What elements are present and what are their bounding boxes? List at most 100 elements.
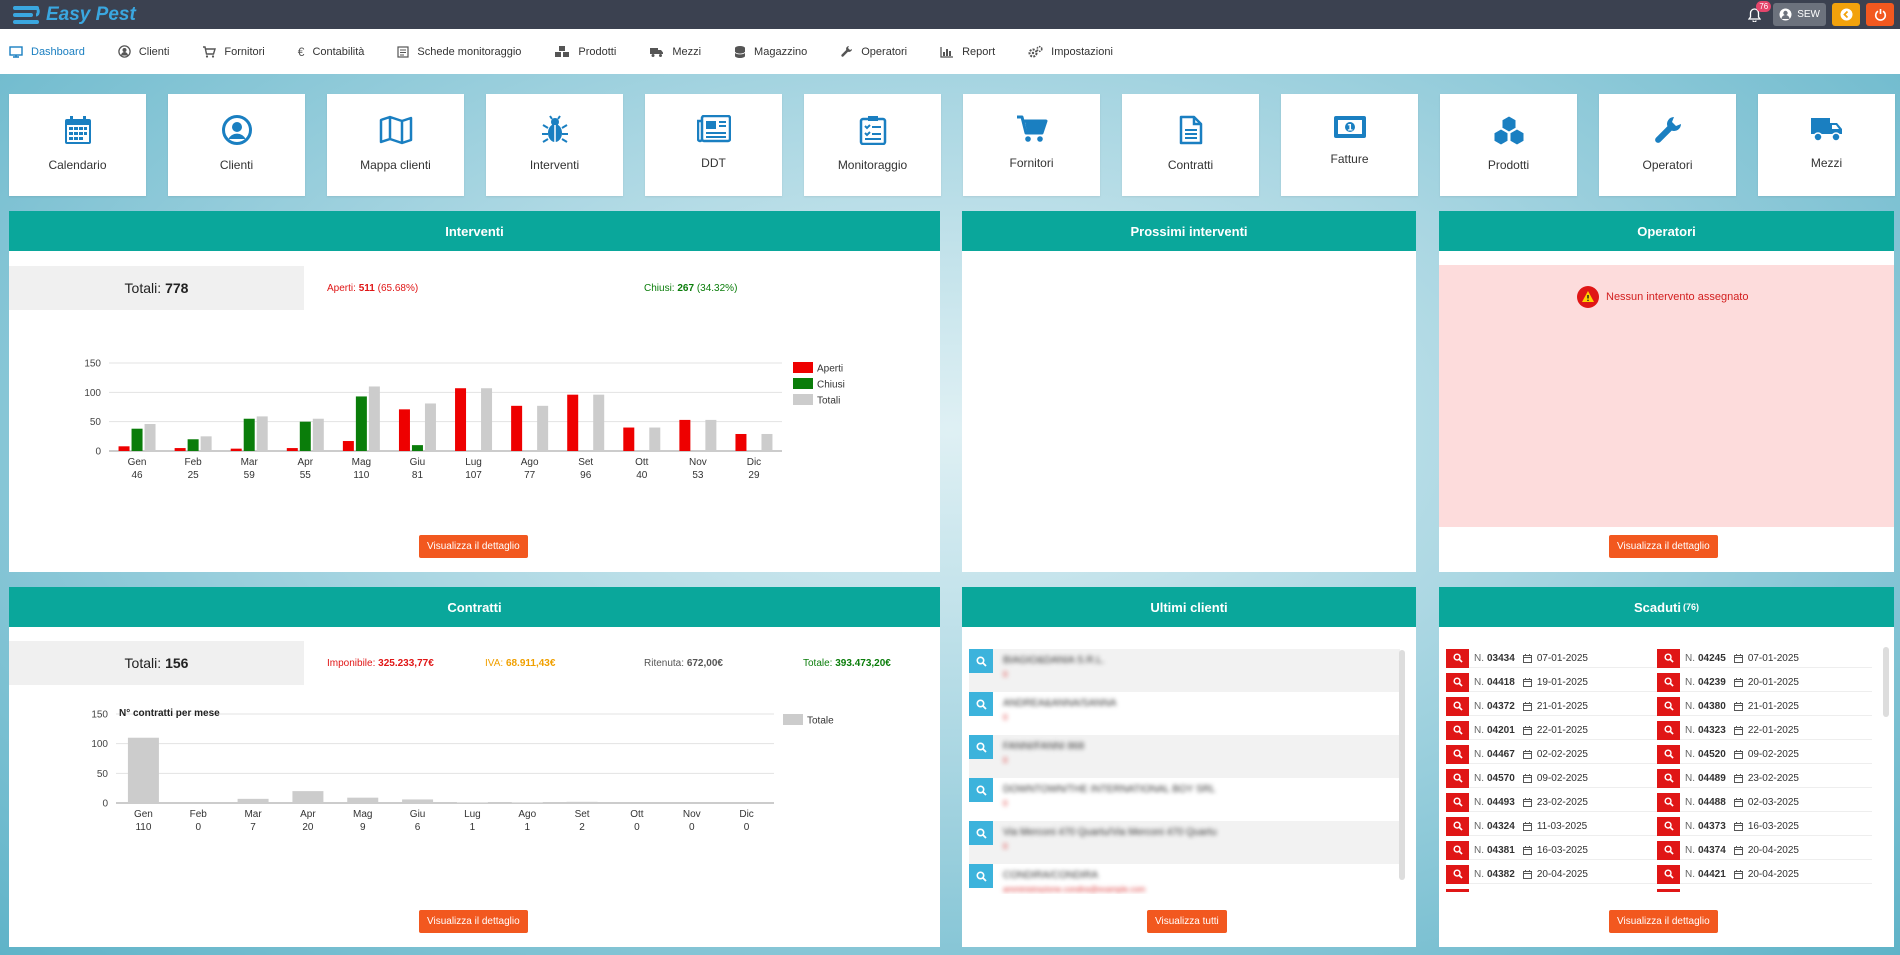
- list-item[interactable]: DOWNTOWN/THE INTERNATIONAL BOY SRL 0: [969, 778, 1400, 821]
- list-item[interactable]: Via Merconi 470 Quartu/Via Merconi 470 Q…: [969, 821, 1400, 864]
- scaduti-row[interactable]: N. 04418 19-01-2025: [1446, 672, 1661, 692]
- search-button[interactable]: [1657, 840, 1680, 860]
- nav-operatori[interactable]: Operatori: [840, 45, 907, 58]
- scaduti-row[interactable]: N. 04201 22-01-2025: [1446, 720, 1661, 740]
- tile-ddt[interactable]: DDT: [645, 94, 782, 196]
- scaduti-date: 22-01-2025: [1747, 724, 1799, 736]
- scaduti-row[interactable]: N. 04489 23-02-2025: [1657, 768, 1872, 788]
- search-button[interactable]: [1657, 768, 1680, 788]
- search-icon: [1452, 701, 1463, 711]
- tile-interventi[interactable]: Interventi: [486, 94, 623, 196]
- client-info: FANNI/FANNI 868 0: [993, 735, 1084, 778]
- search-button[interactable]: [1446, 816, 1469, 836]
- nav-prodotti[interactable]: Prodotti: [554, 45, 616, 58]
- tile-operatori[interactable]: Operatori: [1599, 94, 1736, 196]
- search-button[interactable]: [1657, 792, 1680, 812]
- nav-magazzino[interactable]: Magazzino: [734, 45, 807, 59]
- scaduti-row[interactable]: N. 04324 11-03-2025: [1446, 816, 1661, 836]
- scaduti-row[interactable]: N. 04372 21-01-2025: [1446, 696, 1661, 716]
- tile-mappa-clienti[interactable]: Mappa clienti: [327, 94, 464, 196]
- search-button[interactable]: [969, 735, 993, 759]
- nav-mezzi[interactable]: Mezzi: [649, 46, 701, 58]
- search-button[interactable]: [1446, 840, 1469, 860]
- search-icon: [1663, 653, 1674, 663]
- tile-mezzi[interactable]: Mezzi: [1758, 94, 1895, 196]
- scaduti-row[interactable]: N. 04493 23-02-2025: [1446, 792, 1661, 812]
- scaduti-row[interactable]: N.0456820-04-2025: [1657, 888, 1872, 892]
- search-button[interactable]: [969, 649, 993, 673]
- contratti-detail-button[interactable]: Visualizza il dettaglio: [419, 910, 528, 933]
- visualizza-tutti-button[interactable]: Visualizza tutti: [1147, 910, 1227, 933]
- tile-prodotti[interactable]: Prodotti: [1440, 94, 1577, 196]
- search-button[interactable]: [1446, 744, 1469, 764]
- tile-calendario[interactable]: Calendario: [9, 94, 146, 196]
- scaduti-row[interactable]: N. 04374 20-04-2025: [1657, 840, 1872, 860]
- nav-schede-monitoraggio[interactable]: Schede monitoraggio: [397, 46, 521, 58]
- scaduti-row[interactable]: N.0442520-04-2025: [1446, 888, 1661, 892]
- scaduti-row[interactable]: N. 04381 16-03-2025: [1446, 840, 1661, 860]
- nav-dashboard[interactable]: Dashboard: [9, 46, 85, 58]
- scaduti-row[interactable]: N. 04520 09-02-2025: [1657, 744, 1872, 764]
- search-button[interactable]: [1657, 864, 1680, 884]
- nav-fornitori[interactable]: Fornitori: [202, 46, 265, 58]
- scaduti-row[interactable]: N. 03434 07-01-2025: [1446, 649, 1661, 668]
- nav-contabilita[interactable]: € Contabilità: [298, 45, 365, 59]
- nav-impostazioni[interactable]: Impostazioni: [1028, 45, 1113, 58]
- scaduti-detail-button[interactable]: Visualizza il dettaglio: [1609, 910, 1718, 933]
- user-menu-button[interactable]: SEW: [1773, 3, 1826, 26]
- app-logo[interactable]: Easy Pest: [12, 2, 136, 27]
- list-item[interactable]: CONDIRA/CONDIRA amministrazione.condira@e…: [969, 864, 1400, 894]
- search-button[interactable]: [1446, 792, 1469, 812]
- search-button[interactable]: [1446, 696, 1469, 716]
- scaduti-row[interactable]: N. 04467 02-02-2025: [1446, 744, 1661, 764]
- search-button[interactable]: [1657, 672, 1680, 692]
- tile-label: Monitoraggio: [837, 158, 908, 172]
- search-button[interactable]: [1657, 888, 1680, 892]
- scaduti-row[interactable]: N. 04239 20-01-2025: [1657, 672, 1872, 692]
- search-button[interactable]: [1657, 720, 1680, 740]
- back-button[interactable]: [1832, 3, 1860, 26]
- interventi-detail-button[interactable]: Visualizza il dettaglio: [419, 535, 528, 558]
- search-button[interactable]: [1446, 768, 1469, 788]
- list-item[interactable]: FANNI/FANNI 868 0: [969, 735, 1400, 778]
- list-item[interactable]: ANDREA&ANNA/SANNA 0: [969, 692, 1400, 735]
- tile-contratti[interactable]: Contratti: [1122, 94, 1259, 196]
- logout-button[interactable]: [1866, 3, 1894, 26]
- scaduti-date: 20-01-2025: [1747, 676, 1799, 688]
- search-button[interactable]: [1446, 720, 1469, 740]
- tile-fatture[interactable]: 1 Fatture: [1281, 94, 1418, 196]
- search-button[interactable]: [969, 778, 993, 802]
- search-button[interactable]: [1446, 649, 1469, 668]
- operatori-detail-button[interactable]: Visualizza il dettaglio: [1609, 535, 1718, 558]
- tile-clienti[interactable]: Clienti: [168, 94, 305, 196]
- scaduti-row[interactable]: N. 04373 16-03-2025: [1657, 816, 1872, 836]
- search-button[interactable]: [1657, 744, 1680, 764]
- bar-totali: [537, 405, 549, 451]
- scaduti-row[interactable]: N. 04421 20-04-2025: [1657, 864, 1872, 884]
- tile-fornitori[interactable]: Fornitori: [963, 94, 1100, 196]
- scaduti-row[interactable]: N. 04245 07-01-2025: [1657, 649, 1872, 668]
- list-item[interactable]: BIAGIO&DANIA S.R.L. 0: [969, 649, 1400, 692]
- nav-report[interactable]: Report: [940, 46, 995, 58]
- search-button[interactable]: [1446, 888, 1469, 892]
- scrollbar[interactable]: [1399, 650, 1405, 880]
- scrollbar[interactable]: [1883, 647, 1889, 717]
- search-button[interactable]: [969, 864, 993, 888]
- search-button[interactable]: [1657, 696, 1680, 716]
- search-button[interactable]: [969, 692, 993, 716]
- scaduti-row[interactable]: N. 04382 20-04-2025: [1446, 864, 1661, 884]
- search-button[interactable]: [1446, 672, 1469, 692]
- search-button[interactable]: [1657, 816, 1680, 836]
- scaduti-row[interactable]: N. 04488 02-03-2025: [1657, 792, 1872, 812]
- notifications-button[interactable]: 76: [1741, 1, 1772, 26]
- scaduti-number: 04421: [1698, 868, 1726, 880]
- search-button[interactable]: [969, 821, 993, 845]
- search-button[interactable]: [1657, 649, 1680, 668]
- scaduti-row[interactable]: N. 04323 22-01-2025: [1657, 720, 1872, 740]
- scaduti-row[interactable]: N. 04380 21-01-2025: [1657, 696, 1872, 716]
- search-button[interactable]: [1446, 864, 1469, 884]
- y-tick-label: 50: [90, 417, 102, 428]
- scaduti-row[interactable]: N. 04570 09-02-2025: [1446, 768, 1661, 788]
- tile-monitoraggio[interactable]: Monitoraggio: [804, 94, 941, 196]
- nav-clienti[interactable]: Clienti: [118, 45, 169, 58]
